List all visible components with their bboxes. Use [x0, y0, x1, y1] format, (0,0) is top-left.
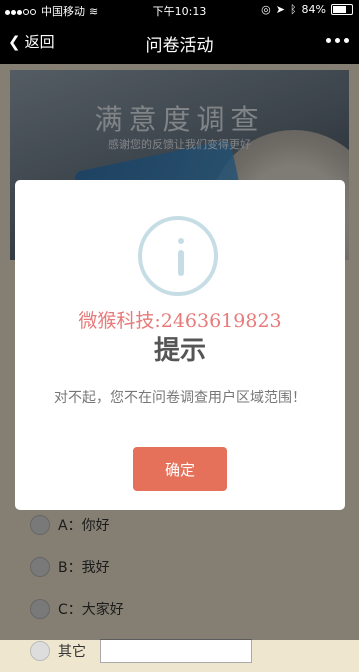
- bluetooth-icon: ᛒ: [289, 3, 297, 16]
- more-button[interactable]: [326, 38, 349, 43]
- more-dot-icon: [344, 38, 349, 43]
- nav-bar: ❮ 返回 问卷活动: [0, 20, 359, 64]
- battery-icon: [331, 4, 353, 15]
- location-icon: ➤: [275, 3, 285, 16]
- watermark-text: 微猴科技:2463619823: [78, 310, 282, 332]
- radio-button[interactable]: [30, 641, 50, 661]
- lock-rotation-icon: ◎: [261, 3, 271, 16]
- more-dot-icon: [326, 38, 331, 43]
- status-bar: 中国移动 ≋ 下午10:13 ◎ ➤ ᛒ 84%: [0, 0, 359, 20]
- modal-message: 对不起，您不在问卷调查用户区域范围！: [54, 390, 306, 406]
- other-input[interactable]: [100, 639, 252, 663]
- option-label: 其它: [58, 644, 86, 660]
- alert-modal: 微猴科技:2463619823 提示 对不起，您不在问卷调查用户区域范围！ 确定: [15, 180, 345, 510]
- info-icon: [138, 216, 218, 296]
- page-title: 问卷活动: [145, 36, 214, 56]
- confirm-button[interactable]: 确定: [133, 447, 227, 491]
- more-dot-icon: [335, 38, 340, 43]
- battery-percent: 84%: [301, 3, 326, 16]
- modal-title: 提示: [153, 336, 206, 366]
